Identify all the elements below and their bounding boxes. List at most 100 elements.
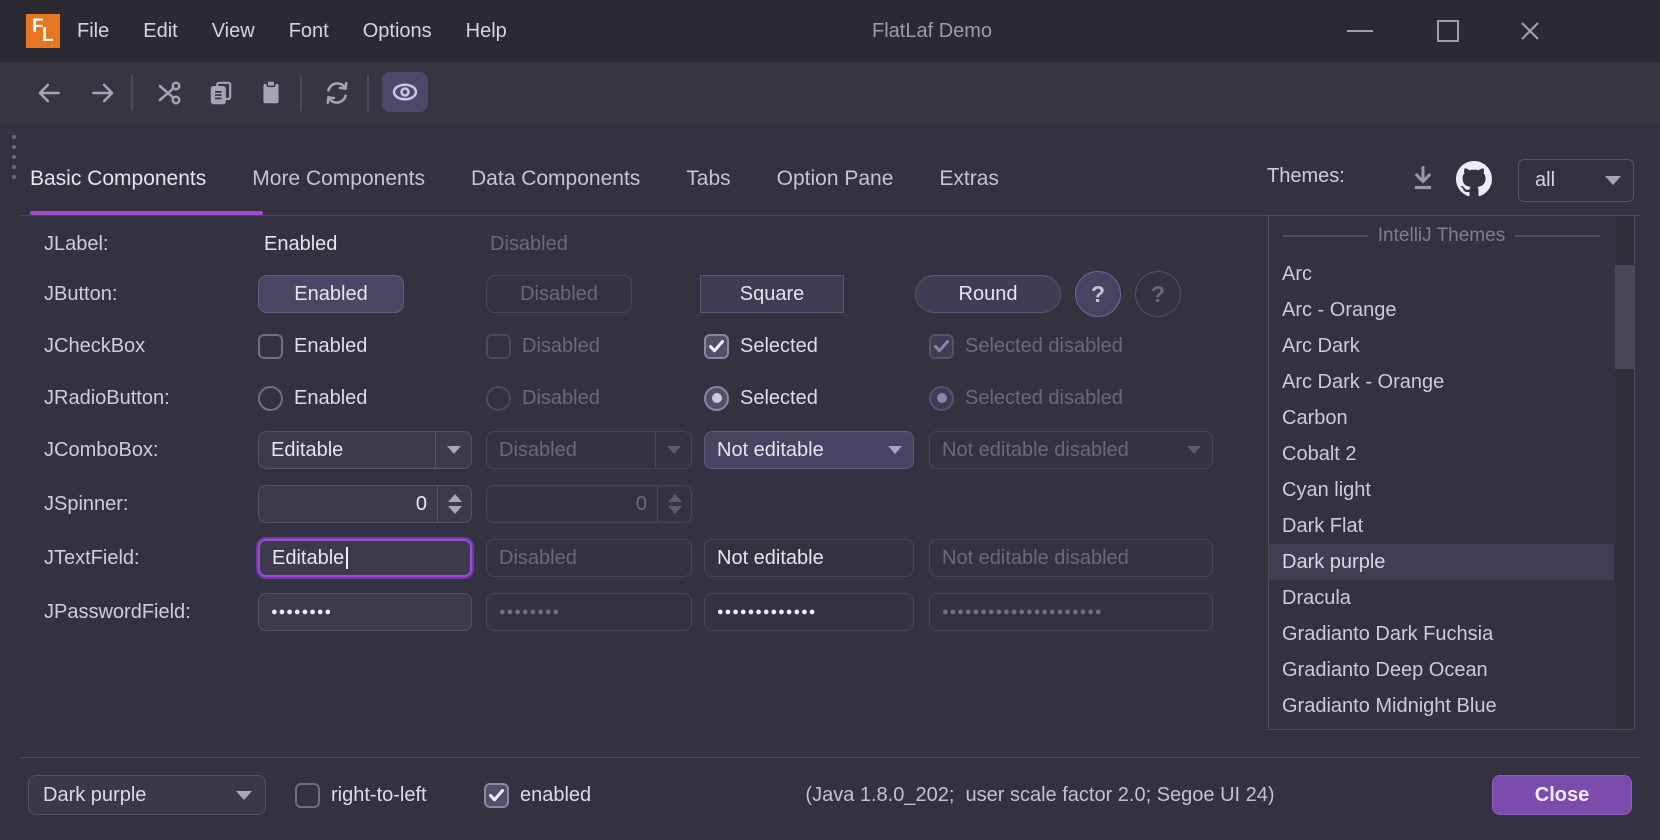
checkbox-enabled[interactable]: Enabled: [258, 333, 367, 359]
combobox-arrow-button[interactable]: [877, 432, 913, 468]
radio-selected-disabled: Selected disabled: [929, 385, 1123, 411]
combobox-arrow-button[interactable]: [435, 432, 471, 468]
textfield-not-editable[interactable]: Not editable: [704, 539, 914, 577]
spinner-down-icon: [668, 506, 682, 514]
spinner-down-icon: [448, 506, 462, 514]
forward-button[interactable]: [84, 74, 122, 112]
back-arrow-icon: [35, 79, 63, 107]
close-window-button[interactable]: [1492, 0, 1568, 62]
combobox-editable[interactable]: Editable: [258, 431, 472, 469]
toolbar-grip-handle[interactable]: [12, 135, 16, 179]
combobox-not-editable[interactable]: Not editable: [704, 431, 914, 469]
tab-option-pane[interactable]: Option Pane: [777, 167, 894, 191]
theme-item-arc-orange[interactable]: Arc - Orange: [1269, 292, 1614, 328]
checkbox-selected[interactable]: Selected: [704, 333, 818, 359]
tab-basic-components[interactable]: Basic Components: [30, 167, 206, 191]
copy-icon: [207, 79, 235, 107]
spinner-arrow-buttons[interactable]: [437, 486, 471, 522]
flatlaf-logo-icon: F L: [26, 14, 60, 48]
radio-enabled[interactable]: Enabled: [258, 385, 367, 411]
maximize-button[interactable]: [1410, 0, 1486, 62]
theme-list-scrollbar-thumb[interactable]: [1615, 265, 1634, 369]
jtextfield-row-label: JTextField:: [44, 545, 140, 571]
download-theme-button[interactable]: [1406, 162, 1440, 196]
toolbar-separator: [131, 75, 133, 111]
close-button[interactable]: Close: [1492, 775, 1632, 815]
theme-item-dracula[interactable]: Dracula: [1269, 580, 1614, 616]
jlabel-disabled: Disabled: [490, 231, 568, 257]
back-button[interactable]: [30, 74, 68, 112]
cut-button[interactable]: [150, 74, 188, 112]
combobox-value: Disabled: [487, 439, 655, 462]
github-link-button[interactable]: [1455, 160, 1493, 198]
help-button[interactable]: ?: [1075, 271, 1121, 317]
enabled-button[interactable]: Enabled: [258, 275, 404, 313]
menu-font[interactable]: Font: [289, 20, 329, 43]
theme-item-gradianto-midnight-blue[interactable]: Gradianto Midnight Blue: [1269, 688, 1614, 724]
titlebar: F L File Edit View Font Options Help Fla…: [0, 0, 1660, 62]
theme-filter-combobox[interactable]: all: [1518, 159, 1634, 202]
round-button[interactable]: Round: [915, 275, 1061, 313]
menu-edit[interactable]: Edit: [143, 20, 177, 43]
chevron-down-icon: [1605, 176, 1621, 185]
chevron-down-icon: [447, 446, 461, 454]
theme-item-cyan-light[interactable]: Cyan light: [1269, 472, 1614, 508]
textfield-editable-focused[interactable]: Editable: [258, 539, 472, 577]
spinner-value[interactable]: 0: [259, 493, 437, 516]
tab-extras[interactable]: Extras: [939, 167, 999, 191]
menubar: File Edit View Font Options Help: [77, 0, 507, 62]
close-icon: [1516, 17, 1544, 45]
jlabel-enabled: Enabled: [264, 231, 337, 257]
checkbox-label: Selected disabled: [965, 335, 1123, 358]
spinner-up-icon: [668, 494, 682, 502]
password-dots: ●●●●●●●●●●●●●: [717, 593, 816, 631]
theme-item-gradianto-dark-fuchsia[interactable]: Gradianto Dark Fuchsia: [1269, 616, 1614, 652]
tab-more-components[interactable]: More Components: [252, 167, 425, 191]
refresh-button[interactable]: [318, 74, 356, 112]
spinner-enabled[interactable]: 0: [258, 485, 472, 523]
theme-item-arc[interactable]: Arc: [1269, 256, 1614, 292]
status-text: (Java 1.8.0_202; user scale factor 2.0; …: [660, 775, 1420, 815]
tab-data-components[interactable]: Data Components: [471, 167, 640, 191]
radio-selected-icon: [929, 386, 954, 411]
checkbox-unchecked-icon: [486, 334, 511, 359]
menu-file[interactable]: File: [77, 20, 109, 43]
checkbox-label: Enabled: [294, 335, 367, 358]
textfield-value: Not editable disabled: [942, 547, 1129, 570]
menu-options[interactable]: Options: [363, 20, 432, 43]
paste-button[interactable]: [252, 74, 290, 112]
right-to-left-checkbox[interactable]: right-to-left: [295, 782, 427, 808]
toolbar: [0, 62, 1660, 124]
show-hidden-eye-toggle[interactable]: [382, 72, 428, 112]
chevron-down-icon: [236, 791, 252, 800]
theme-item-arc-dark[interactable]: Arc Dark: [1269, 328, 1614, 364]
chevron-down-icon: [1187, 446, 1201, 454]
theme-group-title: IntelliJ Themes: [1378, 225, 1505, 247]
theme-item-arc-dark-orange[interactable]: Arc Dark - Orange: [1269, 364, 1614, 400]
copy-button[interactable]: [202, 74, 240, 112]
lookandfeel-combobox[interactable]: Dark purple: [28, 775, 266, 815]
menu-view[interactable]: View: [212, 20, 255, 43]
eye-icon: [390, 77, 420, 107]
cut-scissors-icon: [155, 79, 183, 107]
tab-tabs[interactable]: Tabs: [686, 167, 730, 191]
square-button[interactable]: Square: [700, 275, 844, 313]
jlabel-row-label: JLabel:: [44, 231, 109, 257]
logo-letter-l: L: [42, 25, 54, 47]
radio-selected[interactable]: Selected: [704, 385, 818, 411]
checkbox-checked-icon: [484, 783, 509, 808]
theme-item-cobalt-2[interactable]: Cobalt 2: [1269, 436, 1614, 472]
minimize-button[interactable]: [1322, 0, 1398, 62]
passwordfield-editable[interactable]: ●●●●●●●●: [258, 593, 472, 631]
enabled-checkbox[interactable]: enabled: [484, 782, 591, 808]
menu-help[interactable]: Help: [466, 20, 507, 43]
theme-item-gradianto-deep-ocean[interactable]: Gradianto Deep Ocean: [1269, 652, 1614, 688]
download-icon: [1408, 164, 1438, 194]
enabled-label: enabled: [520, 784, 591, 807]
theme-item-dark-flat[interactable]: Dark Flat: [1269, 508, 1614, 544]
radio-label: Enabled: [294, 387, 367, 410]
theme-item-carbon[interactable]: Carbon: [1269, 400, 1614, 436]
window-title: FlatLaf Demo: [872, 0, 992, 62]
theme-item-dark-purple-selected[interactable]: Dark purple: [1269, 544, 1614, 580]
passwordfield-not-editable[interactable]: ●●●●●●●●●●●●●: [704, 593, 914, 631]
